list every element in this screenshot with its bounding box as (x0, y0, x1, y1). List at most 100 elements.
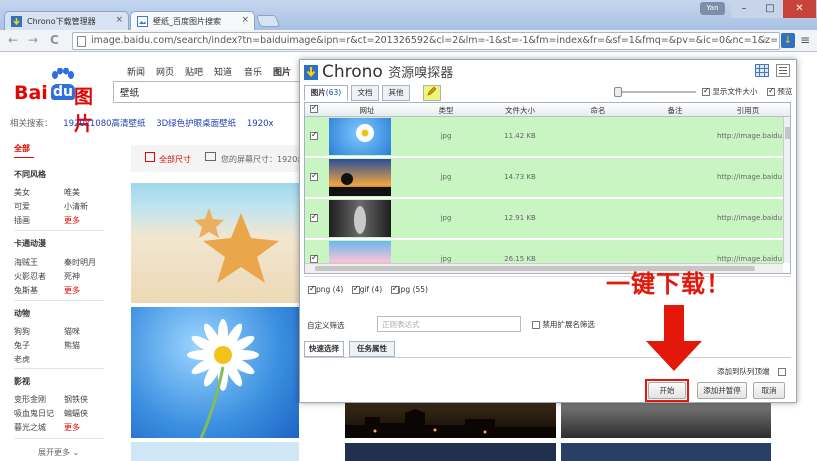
sidebar-item[interactable]: 兔斯基 (14, 285, 38, 296)
screen-size-filter[interactable]: 您的屏幕尺寸：1920x (221, 154, 302, 165)
col-note[interactable]: 备注 (637, 105, 713, 116)
result-image[interactable] (345, 443, 556, 461)
type-filter-jpg[interactable]: jpg (55) (390, 284, 428, 294)
preview-checkbox[interactable] (767, 86, 775, 96)
sidebar-item[interactable]: 小清新 (64, 201, 88, 212)
search-input[interactable]: 壁纸 (113, 81, 303, 103)
close-tab-icon[interactable]: × (241, 15, 249, 25)
disable-ext-filter-option[interactable]: 禁用扩展名筛选 (532, 319, 595, 330)
more-link[interactable]: 更多 (64, 422, 80, 433)
add-and-pause-button[interactable]: 添加并暂停 (697, 382, 747, 399)
more-link[interactable]: 更多 (64, 215, 80, 226)
row-checkbox[interactable] (310, 212, 318, 222)
table-row[interactable]: jpg 11.42 KB http://image.baidu (305, 117, 783, 157)
tab-documents[interactable]: 文档 (351, 85, 379, 101)
start-button[interactable]: 开始 (648, 382, 686, 399)
preview-option[interactable]: 预览 (767, 86, 792, 97)
sidebar-item[interactable]: 插画 (14, 215, 30, 226)
nav-news[interactable]: 新闻 (127, 65, 145, 78)
col-size[interactable]: 文件大小 (481, 105, 559, 116)
sidebar-item[interactable]: 变形金刚 (14, 394, 46, 405)
chrono-extension-button[interactable]: ↓ (781, 33, 795, 48)
checkbox[interactable] (351, 284, 360, 294)
address-bar[interactable]: image.baidu.com/search/index?tn=baiduima… (72, 32, 780, 50)
cancel-button[interactable]: 取消 (753, 382, 785, 399)
menu-icon[interactable]: ≡ (800, 33, 810, 47)
sidebar-item[interactable]: 钢铁侠 (64, 394, 88, 405)
related-link[interactable]: 1920x (247, 119, 274, 129)
new-tab-button[interactable] (255, 15, 281, 27)
sidebar-item[interactable]: 秦时明月 (64, 257, 96, 268)
nav-music[interactable]: 音乐 (244, 65, 262, 78)
add-to-queue-top-option[interactable]: 添加到队列顶端 (717, 366, 786, 377)
show-size-checkbox[interactable] (702, 86, 710, 96)
show-size-option[interactable]: 显示文件大小 (702, 86, 757, 97)
disable-ext-checkbox[interactable] (532, 321, 540, 329)
col-type[interactable]: 类型 (411, 105, 481, 116)
custom-filter-tab[interactable] (423, 85, 441, 101)
tab-baidu-images[interactable]: 壁纸_百度图片搜索 × (130, 11, 255, 30)
sidebar-item[interactable]: 熊猫 (64, 340, 80, 351)
sidebar-item[interactable]: 狗狗 (14, 326, 30, 337)
related-link[interactable]: 1920x1080高清壁纸 (63, 119, 145, 129)
scroll-thumb[interactable] (785, 127, 790, 139)
sidebar-item[interactable]: 死神 (64, 271, 80, 282)
queue-checkbox[interactable] (777, 368, 786, 376)
row-checkbox[interactable] (310, 130, 318, 140)
thumbnail-size-slider[interactable] (618, 91, 696, 93)
result-image-starfish[interactable] (131, 183, 299, 303)
tab-other[interactable]: 其他 (382, 85, 410, 101)
grid-view-icon[interactable] (755, 64, 769, 77)
slider-handle[interactable] (614, 87, 622, 97)
user-badge[interactable]: Yan (700, 2, 725, 15)
reload-button[interactable]: C (50, 33, 59, 47)
more-link[interactable]: 更多 (64, 285, 80, 296)
nav-tieba[interactable]: 贴吧 (185, 65, 203, 78)
select-all-checkbox[interactable] (310, 103, 318, 113)
sidebar-item-all[interactable]: 全部 (14, 143, 30, 154)
sidebar-item[interactable]: 老虎 (14, 354, 30, 365)
result-image-night-town[interactable] (345, 403, 556, 438)
sidebar-item[interactable]: 猫咪 (64, 326, 80, 337)
col-referrer[interactable]: 引用页 (713, 105, 783, 116)
sidebar-item[interactable]: 可爱 (14, 201, 30, 212)
expand-more-link[interactable]: 展开更多 ⌄ (38, 447, 79, 458)
type-filter-gif[interactable]: gif (4) (351, 284, 382, 294)
col-name[interactable]: 命名 (559, 105, 637, 116)
maximize-button[interactable]: □ (757, 0, 783, 18)
table-row[interactable]: jpg 12.91 KB http://image.baidu (305, 199, 783, 239)
result-image-daisy[interactable] (131, 307, 299, 438)
sidebar-item[interactable]: 吸血鬼日记 (14, 408, 54, 419)
result-image[interactable] (561, 443, 771, 461)
table-row[interactable]: jpg 14.73 KB http://image.baidu (305, 158, 783, 198)
back-button[interactable]: ← (8, 33, 18, 47)
type-filter-png[interactable]: png (4) (308, 284, 343, 294)
result-image-dark-hall[interactable] (561, 403, 771, 438)
regex-filter-input[interactable]: 正则表达式 (377, 316, 521, 332)
checkbox[interactable] (390, 284, 399, 294)
sidebar-item[interactable]: 暮光之城 (14, 422, 46, 433)
bookmark-star-icon[interactable]: ☆ (758, 32, 769, 46)
minimize-button[interactable]: – (731, 0, 757, 18)
row-checkbox[interactable] (310, 253, 318, 263)
sidebar-item[interactable]: 兔子 (14, 340, 30, 351)
nav-web[interactable]: 网页 (156, 65, 174, 78)
col-url[interactable]: 网址 (323, 105, 411, 116)
nav-images[interactable]: 图片 (273, 65, 291, 78)
tab-chrono-manager[interactable]: Chrono下载管理器 × (4, 11, 129, 30)
forward-button[interactable]: → (28, 33, 38, 47)
list-view-icon[interactable] (776, 64, 790, 77)
all-sizes-filter[interactable]: 全部尺寸 (159, 154, 191, 165)
close-window-button[interactable]: ✕ (783, 0, 816, 18)
nav-zhidao[interactable]: 知道 (214, 65, 232, 78)
baidu-logo[interactable]: Bai du 图片 (14, 68, 110, 135)
close-tab-icon[interactable]: × (115, 15, 123, 25)
sidebar-item[interactable]: 海贼王 (14, 257, 38, 268)
sidebar-item[interactable]: 美女 (14, 187, 30, 198)
related-link[interactable]: 3D绿色护眼桌面壁纸 (156, 119, 236, 129)
sidebar-item[interactable]: 火影忍者 (14, 271, 46, 282)
result-image[interactable] (131, 442, 299, 461)
tab-images[interactable]: 图片(63) (304, 85, 348, 101)
sidebar-item[interactable]: 唯美 (64, 187, 80, 198)
row-checkbox[interactable] (310, 171, 318, 181)
